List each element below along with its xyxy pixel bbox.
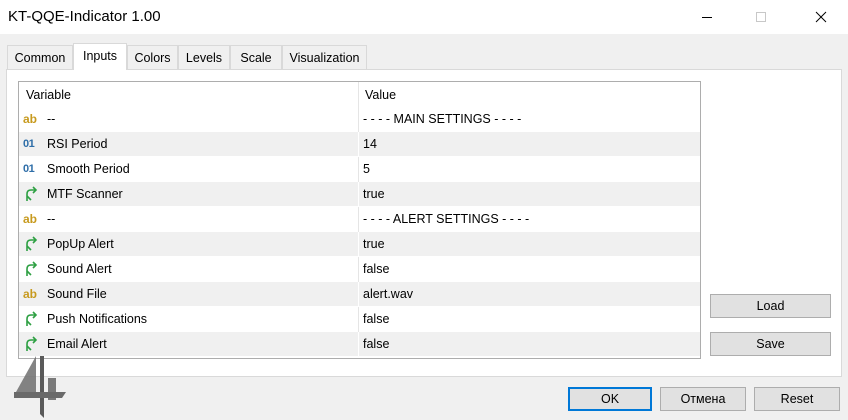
boolean-type-icon (26, 311, 38, 326)
variable-name: RSI Period (47, 137, 108, 151)
row-divider (358, 282, 359, 307)
variable-name: MTF Scanner (47, 187, 123, 201)
save-button[interactable]: Save (710, 332, 831, 356)
column-header-variable[interactable]: Variable (26, 82, 71, 107)
table-row[interactable]: 01 RSI Period 14 (19, 132, 700, 157)
row-divider (358, 257, 359, 282)
variable-value[interactable]: 5 (363, 157, 370, 182)
variable-value[interactable]: false (363, 332, 389, 357)
column-header-value[interactable]: Value (365, 82, 396, 107)
row-divider (358, 107, 359, 132)
table-row[interactable]: MTF Scanner true (19, 182, 700, 207)
variable-name: Push Notifications (47, 312, 148, 326)
ok-button[interactable]: OK (568, 387, 652, 411)
inputs-grid: Variable Value ab -- - - - - MAIN SETTIN… (18, 81, 701, 359)
close-button[interactable] (798, 0, 844, 34)
table-row[interactable]: ab -- - - - - MAIN SETTINGS - - - - (19, 107, 700, 132)
table-row[interactable]: ab -- - - - - ALERT SETTINGS - - - - (19, 207, 700, 232)
variable-value[interactable]: true (363, 232, 385, 257)
minimize-icon (702, 17, 712, 18)
tab-visualization[interactable]: Visualization (282, 45, 367, 69)
table-row[interactable]: Email Alert false (19, 332, 700, 357)
variable-name: Smooth Period (47, 162, 130, 176)
title-bar: KT-QQE-Indicator 1.00 (0, 0, 848, 34)
variable-value[interactable]: - - - - ALERT SETTINGS - - - - (363, 207, 529, 232)
table-row[interactable]: Sound Alert false (19, 257, 700, 282)
tab-colors[interactable]: Colors (127, 45, 178, 69)
table-row[interactable]: Push Notifications false (19, 307, 700, 332)
variable-name: Sound File (47, 287, 107, 301)
table-row[interactable]: ab Sound File alert.wav (19, 282, 700, 307)
row-divider (358, 332, 359, 357)
string-type-icon: ab (23, 287, 38, 301)
variable-value[interactable]: true (363, 182, 385, 207)
string-type-icon: ab (23, 112, 38, 126)
variable-name: -- (47, 112, 56, 126)
tab-levels[interactable]: Levels (178, 45, 230, 69)
grid-header: Variable Value (19, 82, 700, 108)
watermark-logo-icon (14, 356, 66, 418)
table-row[interactable]: 01 Smooth Period 5 (19, 157, 700, 182)
variable-name: Sound Alert (47, 262, 112, 276)
boolean-type-icon (26, 261, 38, 276)
maximize-button[interactable] (738, 0, 784, 34)
variable-name: -- (47, 212, 56, 226)
boolean-type-icon (26, 236, 38, 251)
load-button[interactable]: Load (710, 294, 831, 318)
variable-name: PopUp Alert (47, 237, 114, 251)
minimize-button[interactable] (684, 0, 730, 34)
integer-type-icon: 01 (23, 138, 35, 150)
tab-common[interactable]: Common (7, 45, 73, 69)
variable-value[interactable]: false (363, 307, 389, 332)
column-divider[interactable] (358, 82, 359, 107)
tab-scale[interactable]: Scale (230, 45, 282, 69)
table-row[interactable]: PopUp Alert true (19, 232, 700, 257)
cancel-button[interactable]: Отмена (660, 387, 746, 411)
close-icon (815, 11, 827, 23)
string-type-icon: ab (23, 212, 38, 226)
boolean-type-icon (26, 186, 38, 201)
maximize-icon (756, 12, 766, 22)
row-divider (358, 157, 359, 182)
row-divider (358, 182, 359, 207)
integer-type-icon: 01 (23, 163, 35, 175)
row-divider (358, 207, 359, 232)
tab-inputs[interactable]: Inputs (73, 43, 127, 70)
variable-value[interactable]: false (363, 257, 389, 282)
window-title: KT-QQE-Indicator 1.00 (8, 8, 161, 25)
variable-value[interactable]: - - - - MAIN SETTINGS - - - - (363, 107, 521, 132)
row-divider (358, 132, 359, 157)
row-divider (358, 232, 359, 257)
reset-button[interactable]: Reset (754, 387, 840, 411)
row-divider (358, 307, 359, 332)
variable-value[interactable]: alert.wav (363, 282, 413, 307)
variable-value[interactable]: 14 (363, 132, 377, 157)
